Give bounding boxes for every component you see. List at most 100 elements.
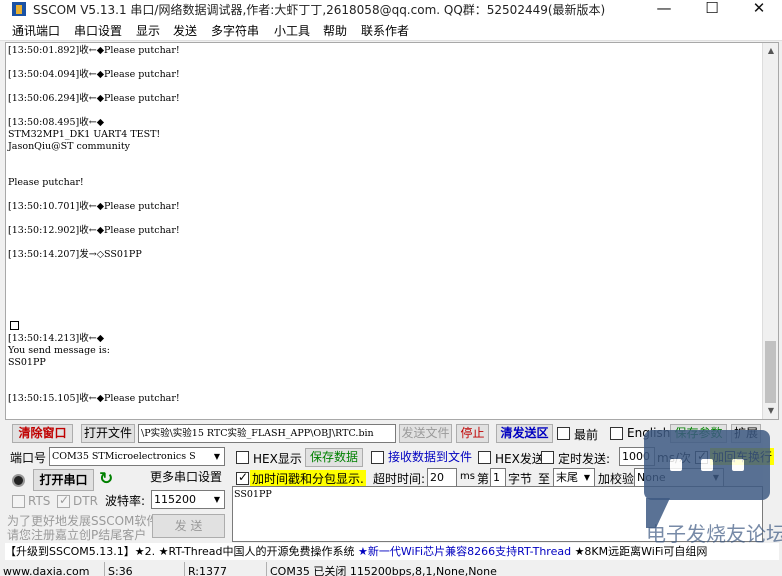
timeout-unit: ms <box>460 471 475 482</box>
scroll-up-icon[interactable]: ▲ <box>763 43 779 59</box>
timestamp-label: 加时间戳和分包显示. <box>250 470 366 487</box>
expand-button[interactable]: 扩展 <box>731 424 761 443</box>
checksum-select[interactable]: None ▼ <box>634 468 724 487</box>
scroll-down-icon[interactable]: ▼ <box>763 403 779 419</box>
port-value: COM35 STMicroelectronics S <box>52 451 196 462</box>
log-line: [13:50:15.105]收←◆Please putchar! <box>8 393 180 404</box>
english-checkbox[interactable] <box>610 427 623 440</box>
recv-to-file-label[interactable]: 接收数据到文件 <box>388 448 472 465</box>
send-file-button[interactable]: 发送文件 <box>399 424 452 443</box>
status-received-count: R:1377 <box>184 562 266 576</box>
log-line: [13:50:12.902]收←◆Please putchar! <box>8 225 180 236</box>
to-label: 至 <box>538 472 551 486</box>
chevron-down-icon[interactable]: ▼ <box>709 469 723 486</box>
baud-value: 115200 <box>154 493 196 506</box>
byte-index-input[interactable]: 1 <box>490 468 506 487</box>
scroll-thumb[interactable] <box>765 341 776 403</box>
log-line: STM32MP1_DK1 UART4 TEST! <box>8 129 161 140</box>
clear-window-button[interactable]: 清除窗口 <box>12 424 73 443</box>
clear-send-area-button[interactable]: 清发送区 <box>496 424 553 443</box>
hex-display-checkbox[interactable] <box>236 451 249 464</box>
log-line: [13:50:14.213]收←◆ <box>8 333 104 344</box>
topmost-checkbox[interactable] <box>557 427 570 440</box>
log-line: [13:50:14.207]发→◇SS01PP <box>8 249 142 260</box>
port-select[interactable]: COM35 STMicroelectronics S ▼ <box>49 447 225 466</box>
ticker-part-2[interactable]: ★新一代WiFi芯片兼容8266支持RT-Thread <box>358 545 571 558</box>
placeholder-glyph <box>10 321 19 330</box>
timeout-input[interactable]: 20 <box>427 468 457 487</box>
log-line: [13:50:01.892]收←◆Please putchar! <box>8 45 180 56</box>
news-ticker[interactable]: 【升级到SSCOM5.13.1】★2. ★RT-Thread中国人的开源免费操作… <box>5 543 779 560</box>
status-port: COM35 已关闭 115200bps,8,1,None,None <box>266 562 782 576</box>
maximize-button[interactable]: ☐ <box>689 0 735 19</box>
log-line: [13:50:08.495]收←◆ <box>8 117 104 128</box>
timed-send-checkbox[interactable] <box>541 451 554 464</box>
baud-select[interactable]: 115200 ▼ <box>151 490 225 509</box>
byte-index-prefix: 第 <box>477 472 490 486</box>
promo-line-2[interactable]: 请您注册嘉立创P结尾客户 <box>7 526 146 543</box>
menu-contact-author[interactable]: 联系作者 <box>361 22 409 39</box>
menu-multi-string[interactable]: 多字符串 <box>211 22 259 39</box>
english-label: English <box>627 426 671 440</box>
to-select[interactable]: 末尾 ▼ <box>553 468 595 487</box>
minimize-button[interactable]: — <box>641 0 687 19</box>
console-scrollbar[interactable]: ▲ ▼ <box>762 43 778 419</box>
menu-tools[interactable]: 小工具 <box>274 22 310 39</box>
log-line: [13:50:10.701]收←◆Please putchar! <box>8 201 180 212</box>
log-line: [13:50:04.094]收←◆Please putchar! <box>8 69 180 80</box>
window-title: SSCOM V5.13.1 串口/网络数据调试器,作者:大虾丁丁,2618058… <box>33 3 606 17</box>
log-line: Please putchar! <box>8 177 84 188</box>
recv-to-file-checkbox[interactable] <box>371 451 384 464</box>
menu-display[interactable]: 显示 <box>136 22 160 39</box>
rts-checkbox[interactable] <box>12 495 25 508</box>
timestamp-checkbox[interactable] <box>236 470 249 485</box>
send-textarea[interactable]: SS01PP <box>232 486 763 542</box>
dtr-checkbox[interactable] <box>57 493 70 508</box>
chevron-down-icon[interactable]: ▼ <box>210 491 224 508</box>
timed-send-label: 定时发送: <box>558 452 611 466</box>
status-site[interactable]: www.daxia.com <box>0 562 104 576</box>
log-line: You send message is: <box>8 345 110 356</box>
timeout-label: 超时时间: <box>373 472 426 486</box>
send-text: SS01PP <box>234 489 272 500</box>
checksum-value: None <box>637 471 666 484</box>
hex-send-checkbox[interactable] <box>478 451 491 464</box>
file-path-field[interactable]: \P实验\实验15 RTC实验_FLASH_APP\OBJ\RTC.bin <box>138 424 396 443</box>
app-icon <box>12 2 26 16</box>
add-crlf-label: 加回车换行 <box>710 448 775 465</box>
more-port-settings-link[interactable]: 更多串口设置 <box>150 469 225 488</box>
close-button[interactable]: ✕ <box>736 0 782 19</box>
chevron-down-icon[interactable]: ▼ <box>210 448 224 465</box>
refresh-icon[interactable]: ↻ <box>99 470 117 488</box>
hex-send-label: HEX发送 <box>495 452 544 466</box>
byte-index-suffix: 字节 <box>508 472 533 486</box>
save-params-button[interactable]: 保存参数 <box>670 424 727 443</box>
status-sent-count: S:36 <box>104 562 184 576</box>
checksum-label: 加校验 <box>598 472 635 486</box>
menu-help[interactable]: 帮助 <box>323 22 347 39</box>
port-label: 端口号 <box>10 451 47 465</box>
log-line: JasonQiu@ST community <box>8 141 131 152</box>
rts-label: RTS <box>28 494 51 508</box>
hex-display-label: HEX显示 <box>253 452 302 466</box>
interval-input[interactable]: 1000 <box>619 447 655 466</box>
menu-send[interactable]: 发送 <box>173 22 197 39</box>
status-bar: www.daxia.com S:36 R:1377 COM35 已关闭 1152… <box>0 562 782 576</box>
add-crlf-checkbox[interactable] <box>695 449 708 464</box>
chevron-down-icon[interactable]: ▼ <box>580 469 594 486</box>
ticker-part-3: ★8KM远距离WiFi可自组网 <box>571 545 708 558</box>
send-button[interactable]: 发 送 <box>152 514 225 538</box>
to-value: 末尾 <box>556 471 578 484</box>
log-line: SS01PP <box>8 357 46 368</box>
stop-button[interactable]: 停止 <box>456 424 489 443</box>
open-port-button[interactable]: 打开串口 <box>33 469 94 491</box>
ticker-part-1: 【升级到SSCOM5.13.1】★2. ★RT-Thread中国人的开源免费操作… <box>5 545 358 558</box>
menu-serial-settings[interactable]: 串口设置 <box>74 22 122 39</box>
menu-comm-port[interactable]: 通讯端口 <box>12 22 60 39</box>
dtr-label: DTR <box>73 494 98 508</box>
title-bar: SSCOM V5.13.1 串口/网络数据调试器,作者:大虾丁丁,2618058… <box>0 0 782 19</box>
receive-console[interactable]: [13:50:01.892]收←◆Please putchar! [13:50:… <box>5 42 779 420</box>
save-data-button[interactable]: 保存数据 <box>305 448 363 467</box>
log-line: [13:50:06.294]收←◆Please putchar! <box>8 93 180 104</box>
open-file-button[interactable]: 打开文件 <box>81 424 135 443</box>
